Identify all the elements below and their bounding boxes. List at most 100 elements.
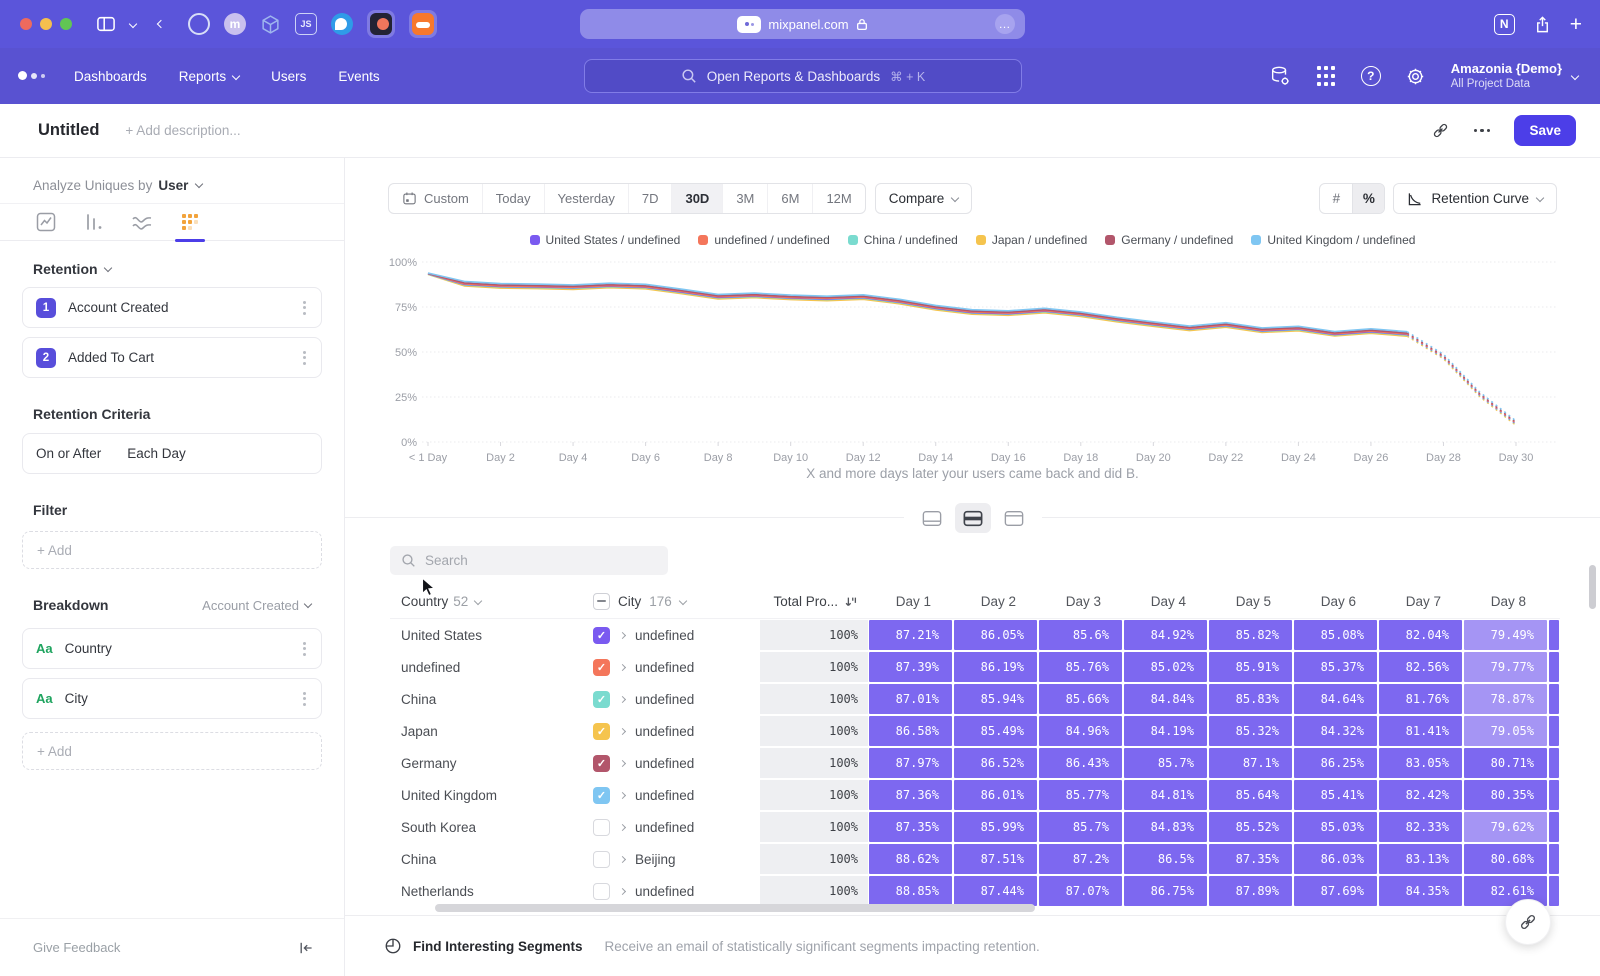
retention-cell[interactable]: 85.82%	[1208, 619, 1293, 651]
analyze-uniques-row[interactable]: Analyze Uniques by User	[33, 175, 344, 196]
retention-cell[interactable]: 84.81%	[1123, 779, 1208, 811]
tab-funnels[interactable]	[81, 209, 107, 235]
horizontal-scrollbar[interactable]	[435, 904, 1035, 912]
retention-cell[interactable]: 80.71%	[1463, 747, 1548, 779]
col-city-header[interactable]: City 176	[575, 593, 760, 610]
notion-extension-icon[interactable]: N	[1494, 14, 1515, 35]
retention-cell[interactable]: 84.32%	[1293, 715, 1378, 747]
kebab-menu-icon[interactable]	[301, 299, 308, 317]
retention-cell[interactable]: 85.99%	[953, 811, 1038, 843]
col-total-header[interactable]: Total Pro...	[760, 594, 868, 609]
window-close-button[interactable]	[20, 18, 32, 30]
retention-cell[interactable]: 84.83%	[1123, 811, 1208, 843]
retention-cell[interactable]: 87.35%	[868, 811, 953, 843]
row-checkbox[interactable]	[593, 819, 610, 836]
extension-icon-bird[interactable]	[331, 13, 353, 35]
expand-row-icon[interactable]	[619, 631, 626, 638]
vertical-scrollbar[interactable]	[1589, 565, 1596, 609]
select-all-checkbox[interactable]	[593, 593, 610, 610]
retention-cell[interactable]: 80.68%	[1463, 843, 1548, 875]
retention-cell[interactable]: 85.77%	[1038, 779, 1123, 811]
retention-section-header[interactable]: Retention	[33, 261, 311, 277]
mixpanel-logo[interactable]	[18, 71, 45, 80]
retention-cell[interactable]: 86.5%	[1123, 843, 1208, 875]
retention-cell[interactable]: 86.43%	[1038, 747, 1123, 779]
col-day-header[interactable]: Day 7	[1378, 594, 1463, 609]
tab-retention[interactable]	[177, 209, 203, 235]
table-row[interactable]: Japan✓undefined100%86.58%85.49%84.96%84.…	[390, 715, 1560, 747]
criteria-interval[interactable]: Each Day	[127, 446, 186, 461]
extension-icon-ring[interactable]	[188, 13, 210, 35]
retention-cell[interactable]: 87.69%	[1293, 875, 1378, 907]
collapse-sidebar-icon[interactable]	[298, 940, 314, 956]
nav-reports[interactable]: Reports	[179, 69, 239, 84]
retention-cell[interactable]: 84.64%	[1293, 683, 1378, 715]
retention-cell[interactable]: 85.32%	[1208, 715, 1293, 747]
new-tab-icon[interactable]: +	[1570, 14, 1582, 35]
table-row[interactable]: China✓undefined100%87.01%85.94%85.66%84.…	[390, 683, 1560, 715]
add-breakdown-button[interactable]: + Add	[22, 732, 322, 770]
retention-cell[interactable]: 88.85%	[868, 875, 953, 907]
col-day-header[interactable]: Day 2	[953, 594, 1038, 609]
legend-item[interactable]: United Kingdom / undefined	[1251, 233, 1415, 247]
give-feedback-link[interactable]: Give Feedback	[33, 940, 120, 955]
kebab-menu-icon[interactable]	[301, 640, 308, 658]
col-day-header[interactable]: Day 6	[1293, 594, 1378, 609]
retention-cell[interactable]: 84.96%	[1038, 715, 1123, 747]
extension-icon-cube[interactable]	[260, 14, 281, 35]
retention-cell[interactable]: 79.77%	[1463, 651, 1548, 683]
table-row[interactable]: South Koreaundefined100%87.35%85.99%85.7…	[390, 811, 1560, 843]
settings-gear-icon[interactable]	[1405, 65, 1427, 87]
retention-cell[interactable]: 82.04%	[1378, 619, 1463, 651]
expand-row-icon[interactable]	[619, 695, 626, 702]
compare-button[interactable]: Compare	[875, 183, 973, 214]
add-filter-button[interactable]: + Add	[22, 531, 322, 569]
window-minimize-button[interactable]	[40, 18, 52, 30]
retention-cell[interactable]: 87.36%	[868, 779, 953, 811]
retention-cell[interactable]: 86.03%	[1293, 843, 1378, 875]
row-checkbox[interactable]: ✓	[593, 723, 610, 740]
retention-cell[interactable]: 84.92%	[1123, 619, 1208, 651]
chart-type-dropdown[interactable]: Retention Curve	[1393, 183, 1557, 214]
table-row[interactable]: undefined✓undefined100%87.39%86.19%85.76…	[390, 651, 1560, 683]
segments-title[interactable]: Find Interesting Segments	[413, 939, 583, 954]
criteria-mode[interactable]: On or After	[36, 446, 101, 461]
retention-cell[interactable]: 87.07%	[1038, 875, 1123, 907]
legend-item[interactable]: Germany / undefined	[1105, 233, 1233, 247]
row-checkbox[interactable]: ✓	[593, 787, 610, 804]
row-checkbox[interactable]: ✓	[593, 627, 610, 644]
range-custom[interactable]: Custom	[389, 184, 482, 213]
range-30d[interactable]: 30D	[671, 184, 722, 213]
col-day-header[interactable]: Day 4	[1123, 594, 1208, 609]
layout-split-button[interactable]	[955, 503, 991, 533]
more-options-icon[interactable]	[1474, 129, 1491, 133]
retention-cell[interactable]: 85.94%	[953, 683, 1038, 715]
extension-icon-m[interactable]: m	[224, 13, 246, 35]
nav-dashboards[interactable]: Dashboards	[74, 69, 147, 84]
retention-cell[interactable]: 85.37%	[1293, 651, 1378, 683]
kebab-menu-icon[interactable]	[301, 690, 308, 708]
unit-absolute-button[interactable]: #	[1320, 184, 1352, 213]
retention-cell[interactable]: 85.64%	[1208, 779, 1293, 811]
expand-row-icon[interactable]	[619, 791, 626, 798]
retention-step-1[interactable]: 1Account Created	[22, 287, 322, 328]
extension-icon-soundcloud[interactable]	[409, 10, 437, 38]
retention-cell[interactable]: 85.76%	[1038, 651, 1123, 683]
apps-grid-icon[interactable]	[1315, 65, 1337, 87]
range-3m[interactable]: 3M	[722, 184, 767, 213]
retention-cell[interactable]: 87.44%	[953, 875, 1038, 907]
retention-cell[interactable]: 85.7%	[1123, 747, 1208, 779]
page-title[interactable]: Untitled	[38, 121, 99, 140]
breakdown-context-dropdown[interactable]: Account Created	[202, 598, 311, 613]
breakdown-item-country[interactable]: AaCountry	[22, 628, 322, 669]
range-yesterday[interactable]: Yesterday	[544, 184, 628, 213]
back-icon[interactable]	[157, 20, 165, 28]
breakdown-item-city[interactable]: AaCity	[22, 678, 322, 719]
retention-cell[interactable]: 85.91%	[1208, 651, 1293, 683]
retention-cell[interactable]: 85.66%	[1038, 683, 1123, 715]
expand-row-icon[interactable]	[619, 823, 626, 830]
description-placeholder[interactable]: + Add description...	[125, 123, 240, 138]
expand-row-icon[interactable]	[619, 855, 626, 862]
save-button[interactable]: Save	[1514, 115, 1576, 146]
retention-cell[interactable]: 86.19%	[953, 651, 1038, 683]
